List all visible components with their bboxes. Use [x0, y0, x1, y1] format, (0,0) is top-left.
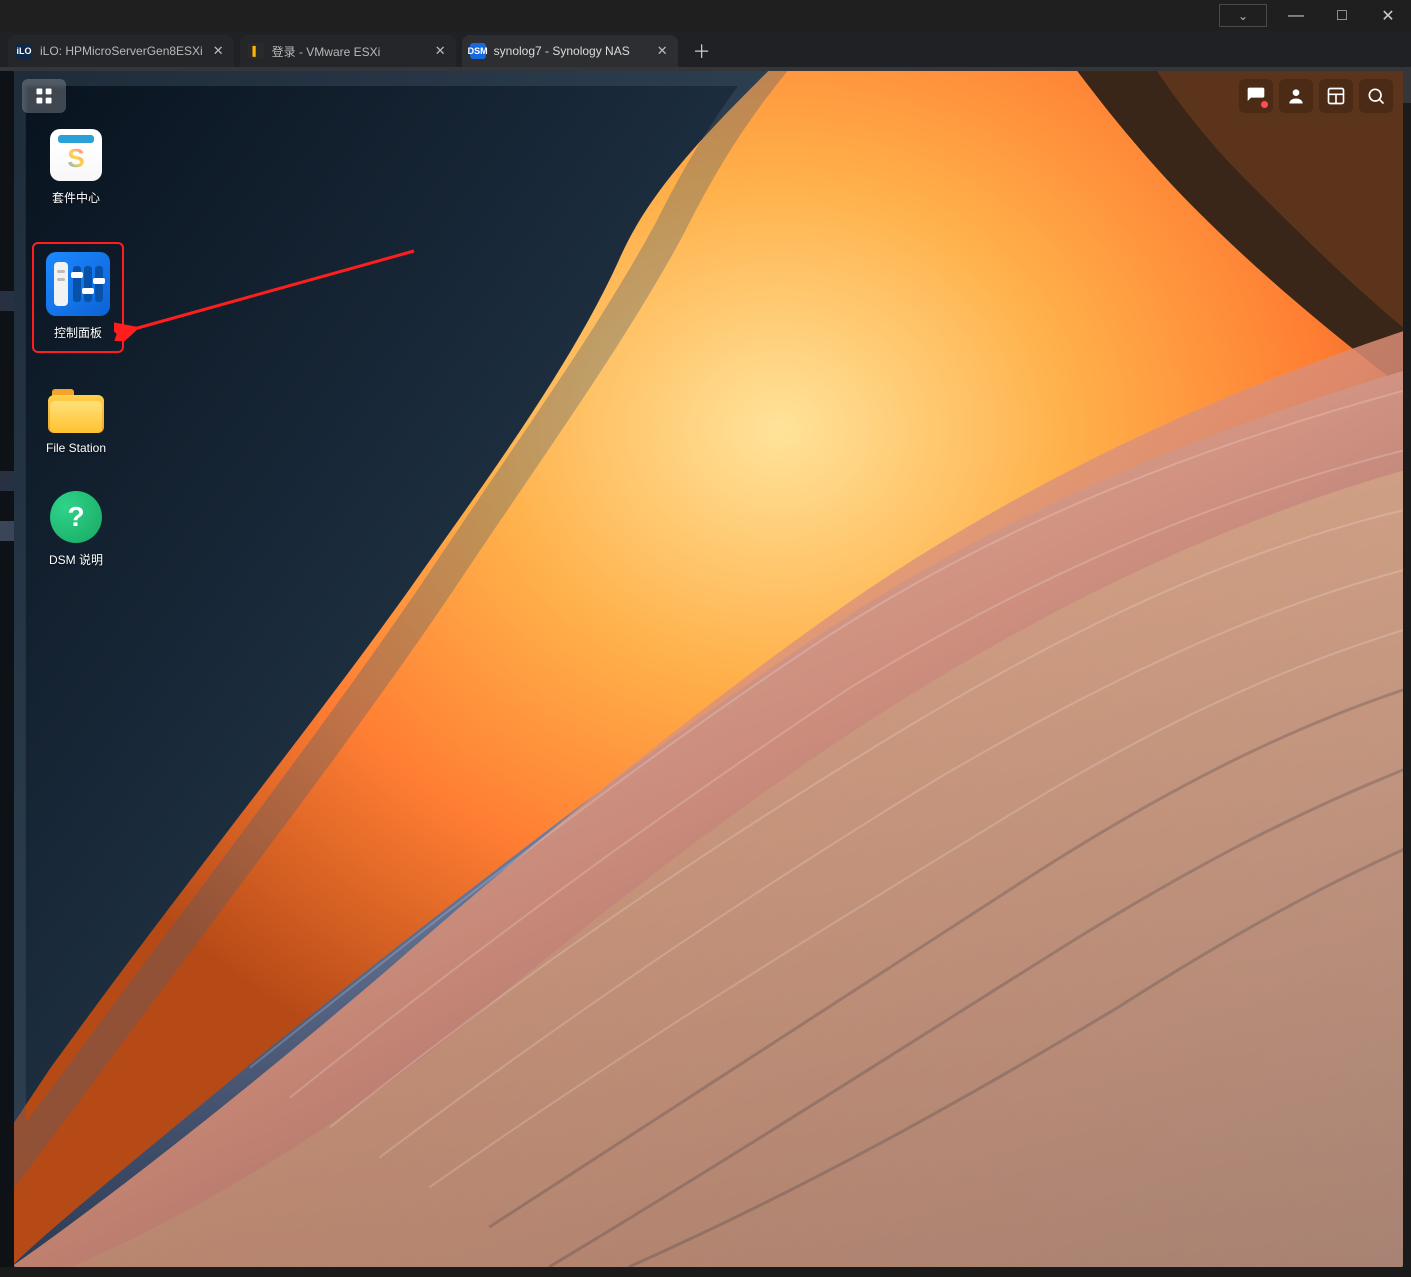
desktop-icon-package-center[interactable]: S 套件中心	[32, 129, 120, 206]
dsm-notifications-button[interactable]	[1239, 79, 1273, 113]
background-window-sliver	[0, 71, 14, 1267]
tab-label: iLO: HPMicroServerGen8ESXi	[40, 44, 203, 58]
tab-close-icon[interactable]: ✕	[211, 41, 226, 61]
search-icon	[1366, 86, 1386, 106]
folder-icon	[48, 389, 104, 433]
favicon-esxi-icon: ▌	[248, 43, 264, 59]
grid-icon	[34, 86, 54, 106]
window-titlebar: ⌄ — □ ✕	[0, 0, 1411, 31]
icon-label: 套件中心	[52, 189, 100, 206]
help-icon: ?	[50, 491, 102, 543]
desktop-icon-control-panel[interactable]: 控制面板	[32, 242, 124, 353]
dashboard-icon	[1326, 86, 1346, 106]
new-tab-button[interactable]: ＋	[688, 37, 716, 65]
window-maximize-button[interactable]: □	[1319, 0, 1365, 31]
window-menu-button[interactable]: ⌄	[1219, 4, 1267, 27]
browser-tab-ilo[interactable]: iLO iLO: HPMicroServerGen8ESXi ✕	[8, 35, 234, 67]
package-center-icon: S	[50, 129, 102, 181]
desktop-icon-file-station[interactable]: File Station	[32, 389, 120, 455]
favicon-dsm-icon: DSM	[470, 43, 486, 59]
tab-label: synolog7 - Synology NAS	[494, 44, 647, 58]
dsm-main-menu-button[interactable]	[22, 79, 66, 113]
tab-close-icon[interactable]: ✕	[655, 41, 670, 61]
control-panel-icon	[46, 252, 110, 316]
dsm-desktop[interactable]: S 套件中心 控制面板 File Station ? DSM 说明	[14, 71, 1403, 1267]
icon-label: 控制面板	[54, 324, 102, 341]
browser-tab-synology[interactable]: DSM synolog7 - Synology NAS ✕	[462, 35, 678, 67]
browser-tabstrip: iLO iLO: HPMicroServerGen8ESXi ✕ ▌ 登录 - …	[0, 31, 1411, 67]
notification-dot-icon	[1261, 101, 1268, 108]
dsm-desktop-icons: S 套件中心 控制面板 File Station ? DSM 说明	[32, 129, 124, 568]
tab-close-icon[interactable]: ✕	[433, 41, 448, 61]
icon-label: File Station	[46, 441, 106, 455]
tab-label: 登录 - VMware ESXi	[272, 43, 425, 60]
dsm-user-button[interactable]	[1279, 79, 1313, 113]
dsm-system-tray	[1239, 79, 1393, 113]
favicon-ilo-icon: iLO	[16, 43, 32, 59]
user-icon	[1286, 86, 1306, 106]
dsm-widgets-button[interactable]	[1319, 79, 1353, 113]
dsm-search-button[interactable]	[1359, 79, 1393, 113]
icon-label: DSM 说明	[49, 551, 103, 568]
window-minimize-button[interactable]: —	[1273, 0, 1319, 31]
window-close-button[interactable]: ✕	[1365, 0, 1411, 31]
desktop-icon-dsm-help[interactable]: ? DSM 说明	[32, 491, 120, 568]
wallpaper	[14, 71, 1403, 1267]
browser-tab-esxi[interactable]: ▌ 登录 - VMware ESXi ✕	[240, 35, 456, 67]
